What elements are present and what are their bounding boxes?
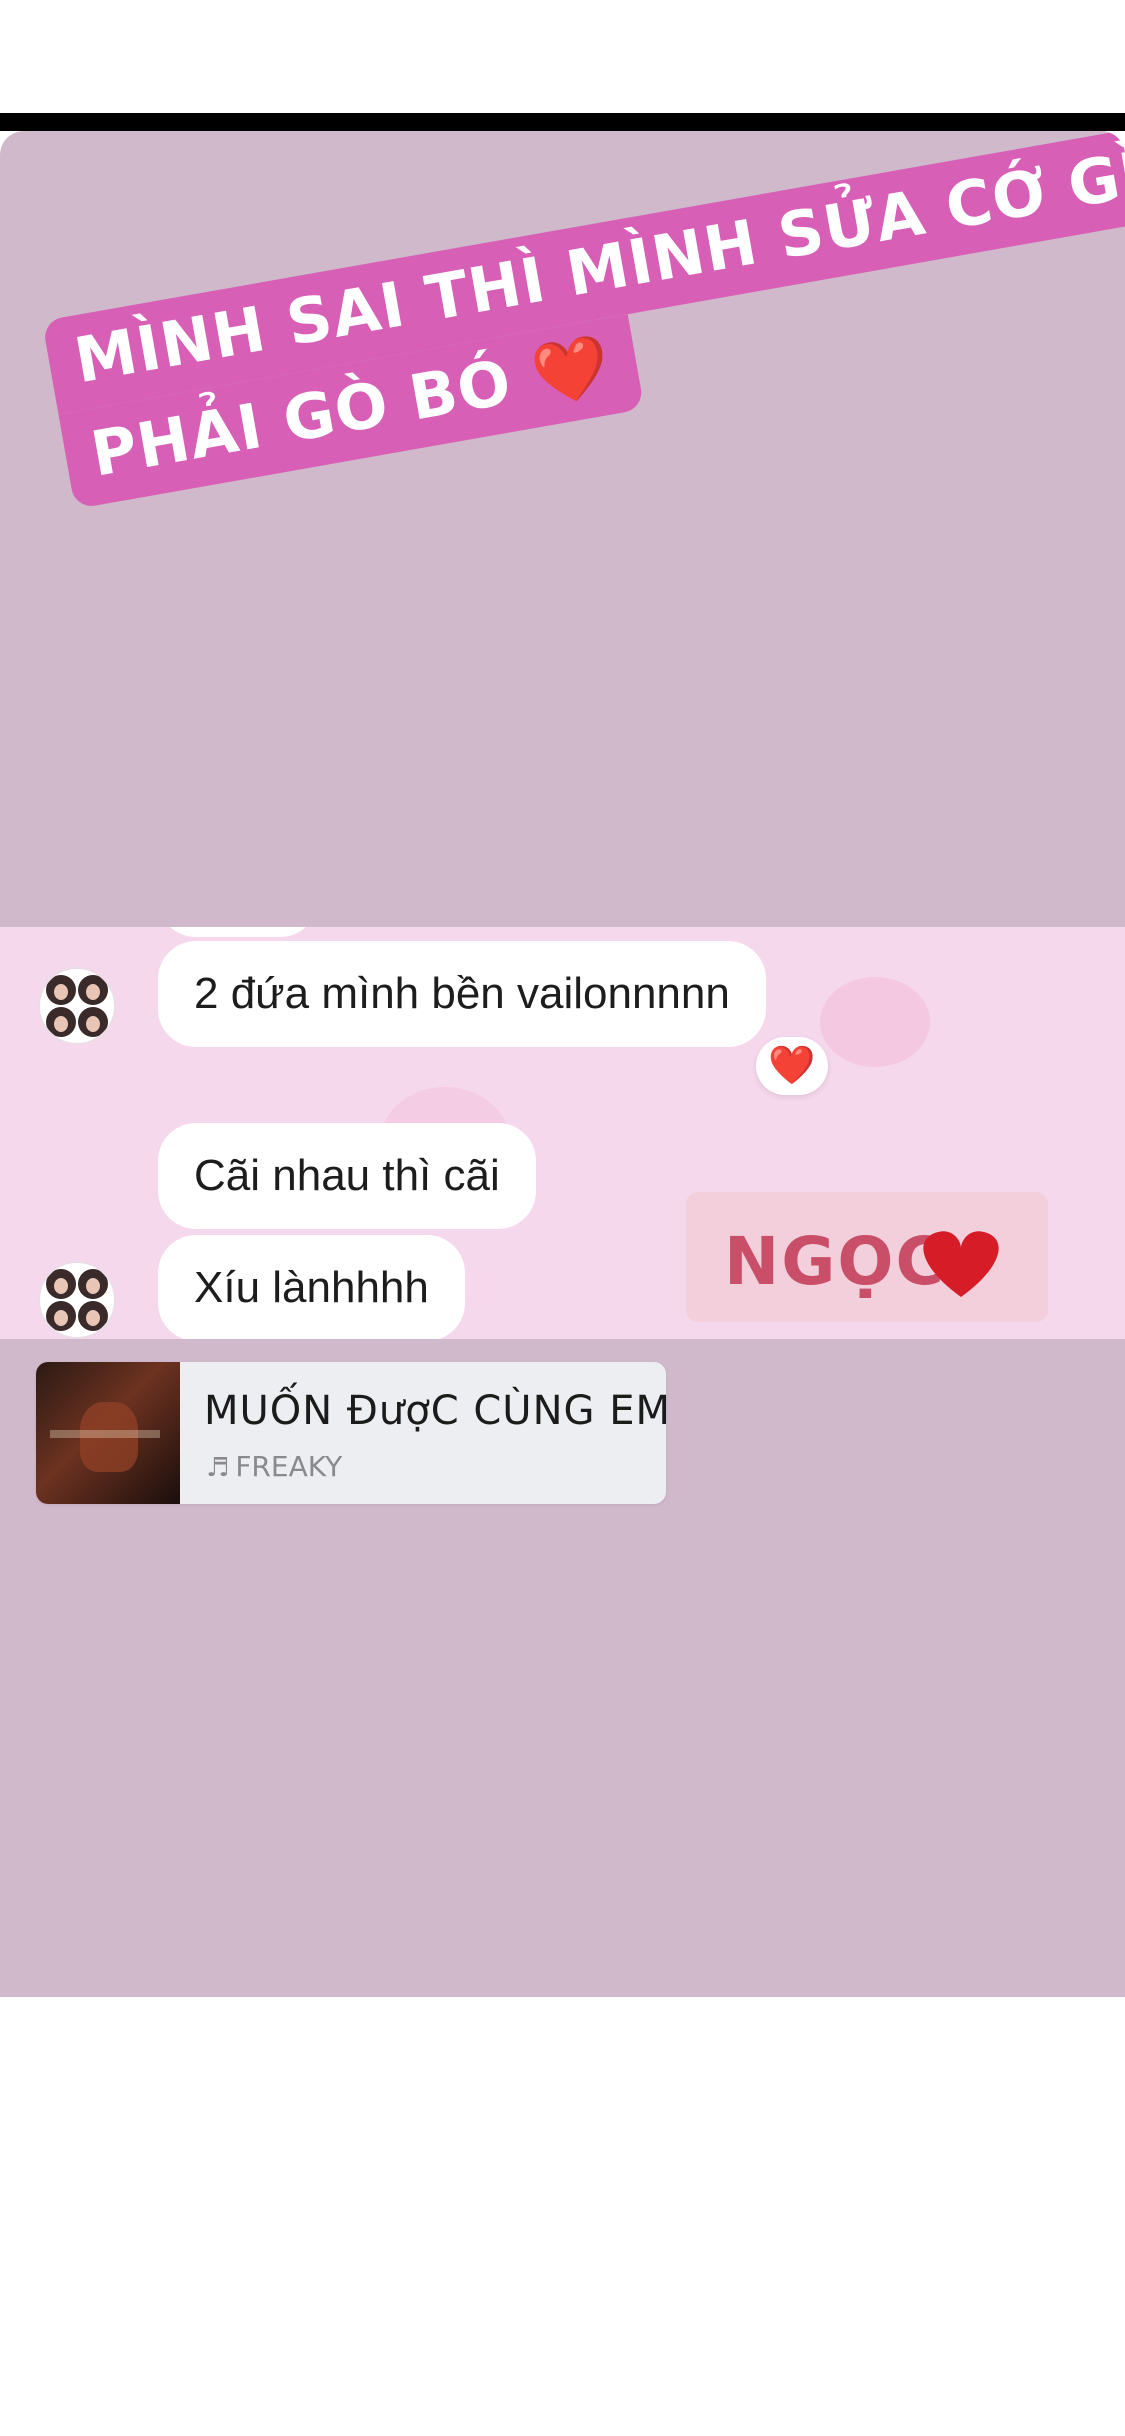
album-cover bbox=[36, 1362, 180, 1504]
chat-bubble-top-edge bbox=[158, 927, 318, 937]
chat-message: Xíu lànhhhh bbox=[158, 1235, 465, 1339]
heart-reaction-icon: ❤️ bbox=[756, 1037, 828, 1095]
decor-heart bbox=[820, 977, 930, 1067]
music-note-icon: ♬ bbox=[206, 1453, 230, 1483]
caption-sticker[interactable]: MÌNH SAI THÌ MÌNH SỬA CỚ GÌ PHẢI GÒ BÓ ❤… bbox=[42, 131, 1125, 509]
music-sticker[interactable]: MUỐN ĐượC CÙNG EM ♬ FREAKY bbox=[36, 1362, 666, 1504]
chat-message: 2 đứa mình bền vailonnnnn bbox=[158, 941, 766, 1047]
song-title: MUỐN ĐượC CÙNG EM bbox=[204, 1388, 666, 1434]
status-area bbox=[0, 0, 1125, 113]
top-divider bbox=[0, 113, 1125, 131]
chat-message: Cãi nhau thì cãi bbox=[158, 1123, 536, 1229]
artist-line: ♬ FREAKY bbox=[206, 1450, 342, 1483]
name-sticker[interactable]: NGỌC bbox=[686, 1192, 1048, 1322]
name-sticker-text: NGỌC bbox=[724, 1223, 999, 1300]
avatar bbox=[38, 1261, 116, 1339]
artist-name: FREAKY bbox=[235, 1450, 343, 1483]
svg-text:NGỌC: NGỌC bbox=[724, 1223, 946, 1300]
avatar bbox=[38, 967, 116, 1045]
